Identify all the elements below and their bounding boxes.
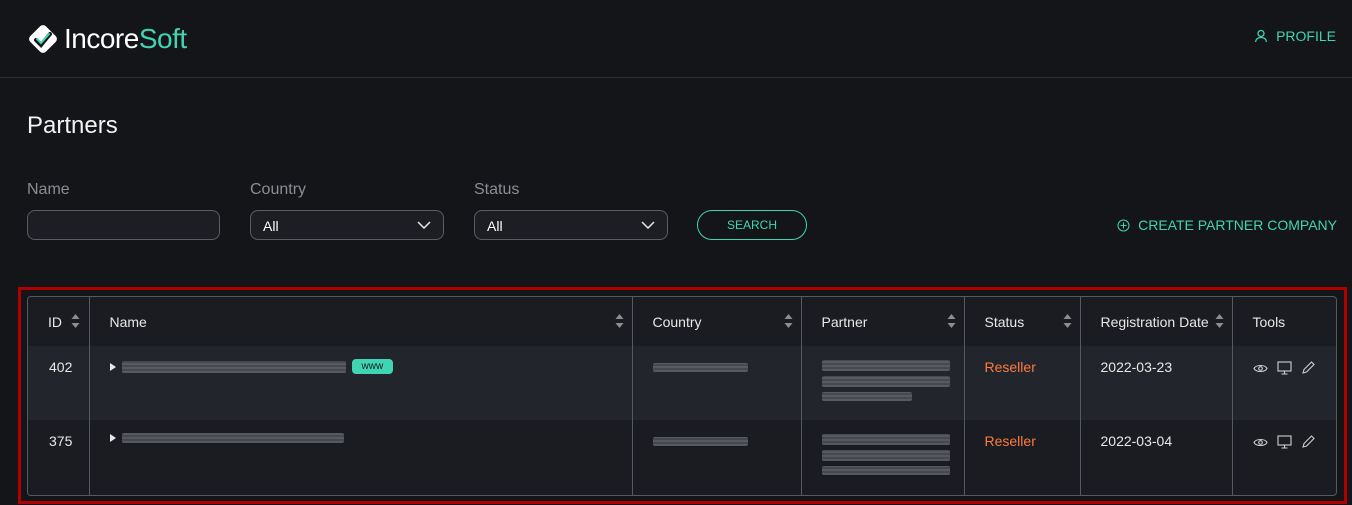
cell-name: www xyxy=(89,346,633,420)
table-row[interactable]: 375 Reseller 2022-03-04 xyxy=(28,420,1336,495)
redacted-partner-line xyxy=(821,376,950,387)
column-label: Registration Date xyxy=(1100,313,1209,330)
column-header-name[interactable]: Name xyxy=(89,297,633,346)
profile-label: PROFILE xyxy=(1276,28,1336,44)
country-filter-value: All xyxy=(263,218,279,234)
sort-icon[interactable] xyxy=(1063,313,1072,329)
create-partner-company-button[interactable]: CREATE PARTNER COMPANY xyxy=(1117,217,1337,233)
cell-id: 402 xyxy=(28,346,90,420)
page-title: Partners xyxy=(27,112,118,139)
redacted-name xyxy=(121,433,344,443)
monitor-icon[interactable] xyxy=(1276,435,1292,449)
column-label: Name xyxy=(109,313,147,330)
redacted-partner-line xyxy=(821,434,950,445)
redacted-country xyxy=(652,437,748,446)
cell-registration-date: 2022-03-04 xyxy=(1080,420,1233,495)
cell-tools xyxy=(1232,346,1336,420)
logo-text-primary: Incore xyxy=(64,23,139,54)
cell-name xyxy=(89,420,633,495)
sort-icon[interactable] xyxy=(784,313,793,329)
logo-text: IncoreSoft xyxy=(64,23,187,55)
column-label: Country xyxy=(652,313,702,330)
cell-tools xyxy=(1232,420,1336,495)
sort-icon[interactable] xyxy=(947,313,956,329)
user-icon xyxy=(1254,29,1268,43)
column-header-country[interactable]: Country xyxy=(632,297,802,346)
cell-partner xyxy=(801,420,965,495)
chevron-down-icon xyxy=(641,221,655,229)
logo-text-accent: Soft xyxy=(138,23,187,54)
country-filter-select[interactable]: All xyxy=(250,210,444,240)
name-filter-input[interactable] xyxy=(27,210,220,240)
www-badge: www xyxy=(351,359,394,374)
column-header-id[interactable]: ID xyxy=(28,297,90,346)
redacted-partner-line xyxy=(821,466,950,475)
redacted-partner-line xyxy=(821,360,950,371)
logo-icon xyxy=(29,25,57,53)
table-row[interactable]: 402 www Reseller 2022-03-23 xyxy=(28,346,1336,420)
column-header-partner[interactable]: Partner xyxy=(801,297,965,346)
cell-country xyxy=(632,346,802,420)
top-bar: IncoreSoft PROFILE xyxy=(0,0,1352,78)
redacted-partner-line xyxy=(821,450,950,461)
column-label: Partner xyxy=(821,313,868,330)
status-filter-value: All xyxy=(487,218,503,234)
cell-id: 375 xyxy=(28,420,90,495)
column-label: ID xyxy=(48,313,62,330)
status-filter-select[interactable]: All xyxy=(474,210,668,240)
column-header-status[interactable]: Status xyxy=(964,297,1081,346)
sort-icon[interactable] xyxy=(1215,313,1224,329)
table-header-row: ID Name Country Partner Status Registrat… xyxy=(28,297,1336,346)
country-filter-label: Country xyxy=(250,181,307,198)
eye-icon[interactable] xyxy=(1252,437,1268,448)
cell-country xyxy=(632,420,802,495)
cell-registration-date: 2022-03-23 xyxy=(1080,346,1233,420)
monitor-icon[interactable] xyxy=(1276,361,1292,375)
plus-circle-icon xyxy=(1117,219,1130,231)
column-label: Tools xyxy=(1252,313,1286,330)
redacted-partner-line xyxy=(821,392,912,401)
eye-icon[interactable] xyxy=(1252,363,1268,374)
sort-icon[interactable] xyxy=(71,313,80,329)
pencil-icon[interactable] xyxy=(1301,435,1315,449)
expand-row-icon[interactable] xyxy=(109,434,116,442)
name-filter-label: Name xyxy=(27,181,70,198)
column-header-tools: Tools xyxy=(1232,297,1336,346)
pencil-icon[interactable] xyxy=(1301,361,1315,375)
cell-partner xyxy=(801,346,965,420)
profile-link[interactable]: PROFILE xyxy=(1254,28,1336,44)
column-header-registration-date[interactable]: Registration Date xyxy=(1080,297,1233,346)
redacted-name xyxy=(121,360,346,373)
create-partner-company-label: CREATE PARTNER COMPANY xyxy=(1138,217,1337,233)
sort-icon[interactable] xyxy=(615,313,624,329)
cell-status: Reseller xyxy=(964,420,1081,495)
partners-table: ID Name Country Partner Status Registrat… xyxy=(27,296,1337,496)
redacted-country xyxy=(652,363,748,372)
search-button[interactable]: SEARCH xyxy=(697,210,807,240)
column-label: Status xyxy=(984,313,1025,330)
expand-row-icon[interactable] xyxy=(109,362,116,371)
status-filter-label: Status xyxy=(474,181,520,198)
chevron-down-icon xyxy=(417,221,431,229)
cell-status: Reseller xyxy=(964,346,1081,420)
logo[interactable]: IncoreSoft xyxy=(26,22,187,56)
